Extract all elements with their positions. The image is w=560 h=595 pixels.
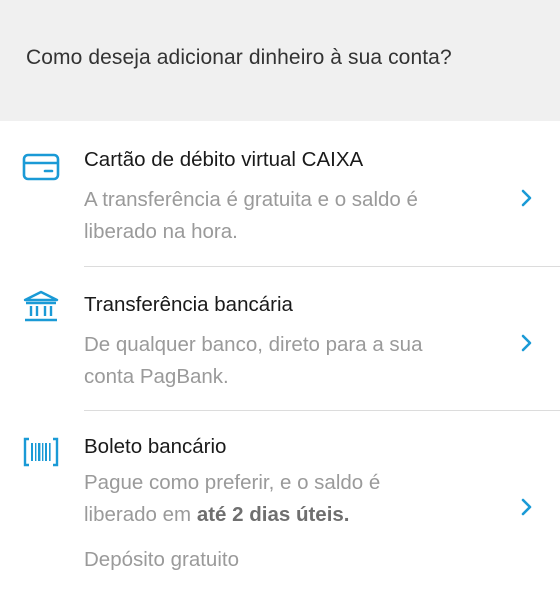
chevron-right-icon (520, 188, 534, 208)
option-description: De qualquer banco, direto para a sua con… (84, 333, 423, 388)
option-description: A transferência é gratuita e o saldo é l… (84, 188, 418, 243)
option-description: Pague como preferir, e o saldo é liberad… (84, 471, 381, 526)
chevron-right-icon (520, 497, 534, 517)
option-debit-card[interactable]: Cartão de débito virtual CAIXA A transfe… (0, 122, 560, 266)
chevron-right-icon (520, 333, 534, 353)
page-header: Como deseja adicionar dinheiro à sua con… (0, 0, 560, 121)
option-title: Boleto bancário (84, 435, 227, 458)
free-deposit-note: Depósito gratuito (84, 548, 239, 571)
option-bank-transfer[interactable]: Transferência bancária De qualquer banco… (0, 267, 560, 410)
credit-card-icon (22, 150, 60, 184)
bank-icon (22, 290, 60, 324)
barcode-icon (22, 435, 60, 469)
option-title: Transferência bancária (84, 293, 293, 316)
page-title: Como deseja adicionar dinheiro à sua con… (26, 46, 452, 69)
option-title: Cartão de débito virtual CAIXA (84, 148, 364, 171)
